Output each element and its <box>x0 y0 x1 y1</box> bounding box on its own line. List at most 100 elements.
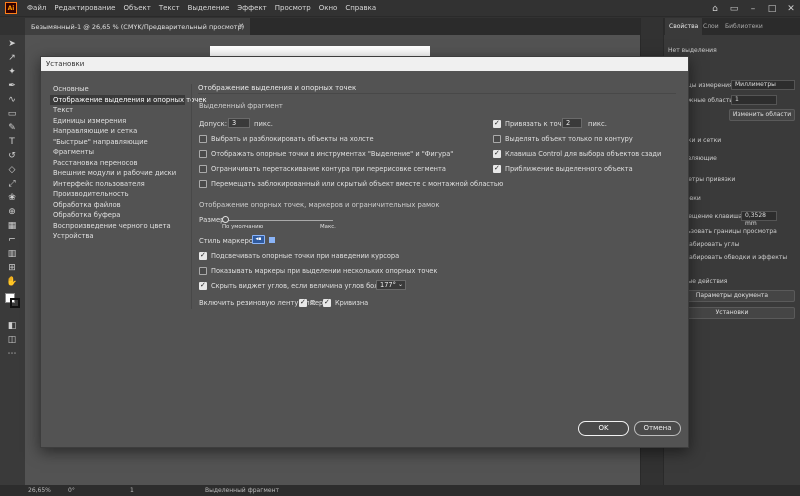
size-slider-knob[interactable] <box>222 216 229 223</box>
category-item[interactable]: Обработка файлов <box>50 200 185 211</box>
close-icon[interactable]: ✕ <box>786 4 796 14</box>
category-item-selected[interactable]: Отображение выделения и опорных точек <box>50 94 207 105</box>
artboard <box>210 46 430 56</box>
direct-selection-tool-icon[interactable]: ↗ <box>6 52 18 64</box>
cancel-button[interactable]: Отмена <box>634 421 681 436</box>
category-item[interactable]: Единицы измерения <box>50 116 185 127</box>
close-tab-icon[interactable]: ✕ <box>238 22 244 30</box>
status-bar: 26,65% 0° 1 Выделенный фрагмент <box>0 485 800 496</box>
menu-view[interactable]: Просмотр <box>271 4 315 12</box>
page-number[interactable]: 1 <box>130 487 134 494</box>
minimize-icon[interactable]: – <box>748 4 758 14</box>
category-item[interactable]: Направляющие и сетка <box>50 126 185 137</box>
shape-builder-icon[interactable]: ⊕ <box>6 206 18 218</box>
rotation-value[interactable]: 0° <box>68 487 75 494</box>
eyedropper-tool-icon[interactable]: ⌐ <box>6 234 18 246</box>
snap-input[interactable]: 2 <box>562 118 582 128</box>
hand-tool-icon[interactable]: ✋ <box>6 276 18 288</box>
eraser-tool-icon[interactable]: ◇ <box>6 164 18 176</box>
category-item[interactable]: Расстановка переносов <box>50 158 185 169</box>
curvature-checkbox[interactable] <box>323 298 331 307</box>
pen-checkbox[interactable] <box>299 298 307 307</box>
zoom-level[interactable]: 26,65% <box>28 487 51 494</box>
menu-object[interactable]: Объект <box>119 4 154 12</box>
tab-properties[interactable]: Свойства <box>665 18 703 35</box>
stroke-swatch[interactable] <box>10 298 20 308</box>
category-item[interactable]: Основные <box>50 84 185 95</box>
scale-tool-icon[interactable]: ⤢ <box>6 178 18 190</box>
menu-select[interactable]: Выделение <box>184 4 234 12</box>
units-select[interactable]: Миллиметры <box>731 80 795 90</box>
tab-layers[interactable]: Слои <box>699 18 723 35</box>
category-item[interactable]: Интерфейс пользователя <box>50 179 185 190</box>
marker-style-2-icon[interactable] <box>269 237 275 243</box>
curvature-label: Кривизна <box>335 299 369 307</box>
rectangle-tool-icon[interactable]: ▭ <box>6 108 18 120</box>
option-checkbox-1[interactable] <box>199 150 207 158</box>
chevron-down-icon: ⌄ <box>397 281 403 288</box>
tolerance-input[interactable]: 3 <box>228 118 250 128</box>
snap-label: Привязать к точке <box>505 120 570 128</box>
size-slider-track[interactable] <box>225 220 333 221</box>
home-icon[interactable]: ⌂ <box>710 4 720 14</box>
option-label-0: Выбрать и разблокировать объекты на холс… <box>211 135 374 143</box>
rotate-tool-icon[interactable]: ↺ <box>6 150 18 162</box>
tolerance-unit: пикс. <box>254 120 273 128</box>
color-mode-icon[interactable]: ◧ <box>6 320 18 332</box>
right-option-label-2: Приближение выделенного объекта <box>505 165 633 173</box>
menu-file[interactable]: Файл <box>23 4 50 12</box>
option-checkbox-2[interactable] <box>199 165 207 173</box>
right-option-checkbox-2[interactable] <box>493 164 501 173</box>
ok-button[interactable]: OK <box>578 421 629 436</box>
snap-checkbox[interactable] <box>493 119 501 128</box>
more-tools-icon[interactable]: ⋯ <box>6 348 18 360</box>
option-checkbox-3[interactable] <box>199 180 207 188</box>
magic-wand-icon[interactable]: ✦ <box>6 66 18 78</box>
category-item[interactable]: Обработка буфера <box>50 210 185 221</box>
anchor-checkbox-1[interactable] <box>199 267 207 275</box>
right-option-label-0: Выделять объект только по контуру <box>505 135 633 143</box>
section-title: Отображение выделения и опорных точек <box>198 84 357 92</box>
edit-artboards-button[interactable]: Изменить области <box>729 109 795 121</box>
anchor-label-2: Скрыть виджет углов, если величина углов… <box>211 282 389 290</box>
keyboard-increment-field[interactable]: 0,3528 mm <box>741 211 777 227</box>
artboard-select[interactable]: 1 <box>731 95 777 105</box>
graph-tool-icon[interactable]: ▥ <box>6 248 18 260</box>
document-tab[interactable]: Безымянный-1 @ 26,65 % (CMYK/Предварител… <box>25 18 250 35</box>
right-option-checkbox-0[interactable] <box>493 135 501 143</box>
tab-libraries[interactable]: Библиотеки <box>721 18 767 35</box>
warp-tool-icon[interactable]: ❀ <box>6 192 18 204</box>
curvature-tool-icon[interactable]: ∿ <box>6 94 18 106</box>
gradient-tool-icon[interactable]: ▦ <box>6 220 18 232</box>
anchor-label-1: Показывать маркеры при выделении несколь… <box>211 267 438 275</box>
marker-style-label: Стиль маркеров: <box>199 237 260 245</box>
pen-tool-icon[interactable]: ✒ <box>6 80 18 92</box>
category-item[interactable]: Внешние модули и рабочие диски <box>50 168 185 179</box>
option-checkbox-0[interactable] <box>199 135 207 143</box>
maximize-icon[interactable]: □ <box>767 4 777 14</box>
right-option-checkbox-1[interactable] <box>493 149 501 158</box>
snap-unit: пикс. <box>588 120 607 128</box>
anchor-checkbox-0[interactable] <box>199 251 207 260</box>
draw-mode-icon[interactable]: ◫ <box>6 334 18 346</box>
anchor-checkbox-2[interactable] <box>199 281 207 290</box>
category-item[interactable]: Текст <box>50 105 185 116</box>
selection-tool-icon[interactable]: ➤ <box>6 38 18 50</box>
menu-effect[interactable]: Эффект <box>233 4 270 12</box>
menu-help[interactable]: Справка <box>341 4 380 12</box>
category-item[interactable]: Фрагменты <box>50 147 185 158</box>
menu-window[interactable]: Окно <box>315 4 342 12</box>
menu-text[interactable]: Текст <box>155 4 184 12</box>
menu-edit[interactable]: Редактирование <box>50 4 119 12</box>
category-item[interactable]: Устройства <box>50 231 185 242</box>
artboard-tool-icon[interactable]: ⊞ <box>6 262 18 274</box>
marker-style-1-icon[interactable]: ◂▪ <box>252 235 265 244</box>
size-min-label: По умолчанию <box>222 224 264 230</box>
workspace-icon[interactable]: ▭ <box>729 4 739 14</box>
category-item[interactable]: Воспроизведение черного цвета <box>50 221 185 232</box>
category-item[interactable]: Производительность <box>50 189 185 200</box>
type-tool-icon[interactable]: T <box>6 136 18 148</box>
angle-select[interactable]: 177° ⌄ <box>376 280 406 290</box>
category-item[interactable]: "Быстрые" направляющие <box>50 137 185 148</box>
pencil-tool-icon[interactable]: ✎ <box>6 122 18 134</box>
